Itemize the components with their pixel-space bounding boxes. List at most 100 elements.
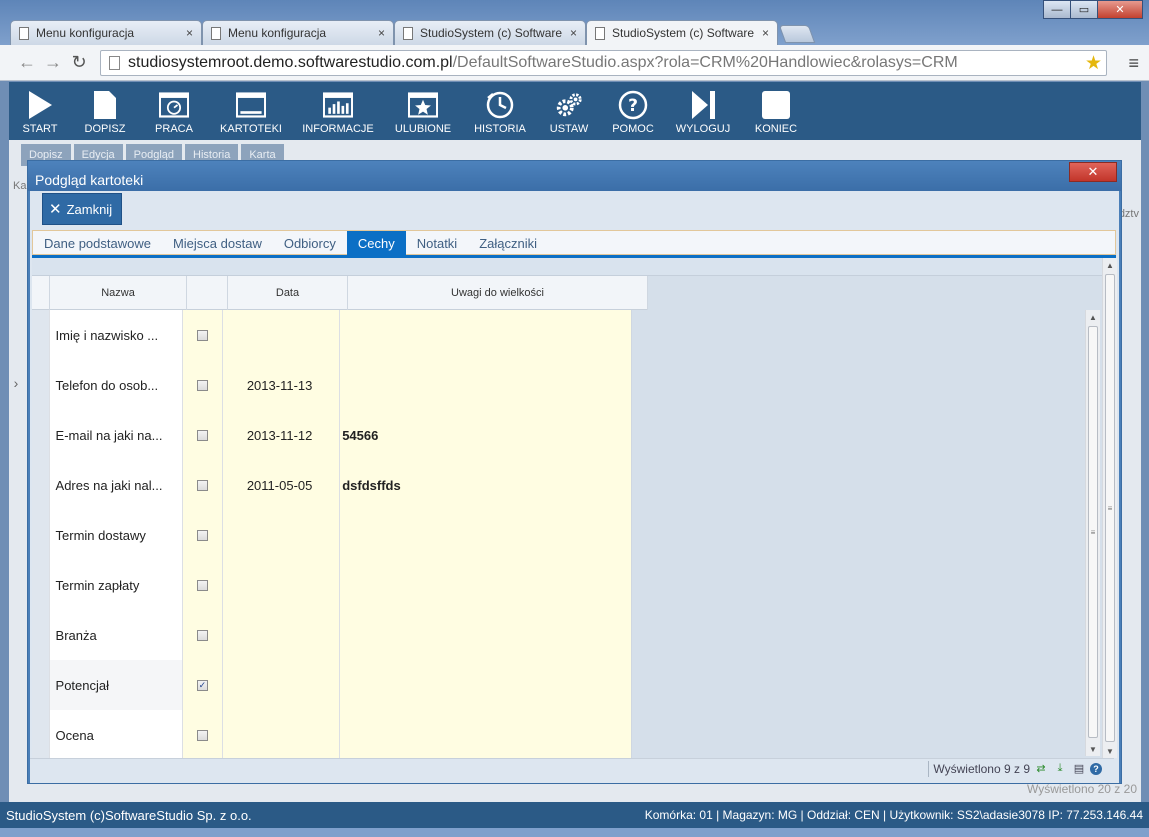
browser-tab[interactable]: StudioSystem (c) Software × xyxy=(394,20,586,45)
table-row[interactable]: Ocena xyxy=(32,710,632,760)
status-left: StudioSystem (c)SoftwareStudio Sp. z o.o… xyxy=(6,807,252,823)
cell-data xyxy=(222,660,341,710)
print-icon[interactable]: ▤ xyxy=(1071,761,1087,777)
page-icon xyxy=(211,26,221,40)
row-selector[interactable] xyxy=(32,460,50,510)
table-row[interactable]: Termin dostawy xyxy=(32,510,632,560)
nav-koniec[interactable]: KONIEC xyxy=(741,82,811,140)
help-icon[interactable]: ? xyxy=(1090,762,1102,775)
outer-vertical-scrollbar[interactable]: ▲ ≡ ▼ xyxy=(1102,258,1117,758)
tab-close-icon[interactable]: × xyxy=(186,26,193,40)
row-checkbox[interactable] xyxy=(196,479,208,491)
export-icon[interactable]: ⤓ xyxy=(1052,761,1068,777)
nav-kartoteki[interactable]: KARTOTEKI xyxy=(209,82,293,140)
row-selector[interactable] xyxy=(32,560,50,610)
scroll-up-arrow-icon[interactable]: ▲ xyxy=(1103,258,1117,272)
chevron-right-icon[interactable]: › xyxy=(9,358,23,408)
header-data[interactable]: Data xyxy=(228,276,348,310)
maximize-button[interactable]: ▭ xyxy=(1070,0,1098,19)
tab-miejsca-dostaw[interactable]: Miejsca dostaw xyxy=(162,231,273,255)
nav-historia[interactable]: HISTORIA xyxy=(463,82,537,140)
row-checkbox[interactable] xyxy=(196,579,208,591)
cell-nazwa: Telefon do osob... xyxy=(49,360,183,410)
browser-tab[interactable]: Menu konfiguracja × xyxy=(10,20,202,45)
dialog-close-button[interactable]: ✕ xyxy=(1069,162,1117,182)
header-nazwa[interactable]: Nazwa xyxy=(50,276,187,310)
tab-close-icon[interactable]: × xyxy=(378,26,385,40)
table-row[interactable]: Adres na jaki nal... 2011-05-05 dsfdsffd… xyxy=(32,460,632,510)
row-checkbox[interactable] xyxy=(196,429,208,441)
dialog-title: Podgląd kartoteki xyxy=(28,161,1121,191)
row-selector[interactable] xyxy=(32,660,50,710)
tab-close-icon[interactable]: × xyxy=(762,26,769,40)
refresh-icon[interactable]: ⇄ xyxy=(1033,761,1049,777)
browser-toolbar: ← → ↻ studiosystemroot.demo.softwarestud… xyxy=(0,45,1149,81)
tab-odbiorcy[interactable]: Odbiorcy xyxy=(273,231,347,255)
row-checkbox-checked[interactable]: ✓ xyxy=(196,679,208,691)
close-button[interactable]: ✕ Zamknij xyxy=(42,193,122,225)
nav-label: START xyxy=(22,123,58,135)
row-selector[interactable] xyxy=(32,510,50,560)
new-tab-button[interactable] xyxy=(778,25,816,43)
tab-zalaczniki[interactable]: Załączniki xyxy=(468,231,548,255)
scrollbar-thumb[interactable]: ≡ xyxy=(1088,326,1098,738)
address-bar[interactable]: studiosystemroot.demo.softwarestudio.com… xyxy=(100,50,1107,76)
scroll-down-arrow-icon[interactable]: ▼ xyxy=(1086,742,1100,756)
nav-start[interactable]: START xyxy=(9,82,71,140)
browser-tab-active[interactable]: StudioSystem (c) Software × xyxy=(586,20,778,45)
table-row[interactable]: Potencjał ✓ xyxy=(32,660,632,710)
row-selector[interactable] xyxy=(32,710,50,760)
row-checkbox[interactable] xyxy=(196,379,208,391)
tab-close-icon[interactable]: × xyxy=(570,26,577,40)
tab-cechy[interactable]: Cechy xyxy=(346,231,406,255)
footer-separator xyxy=(928,760,930,777)
table-row[interactable]: Imię i nazwisko ... xyxy=(32,310,632,360)
tab-notatki[interactable]: Notatki xyxy=(406,231,468,255)
nav-dopisz[interactable]: DOPISZ xyxy=(71,82,139,140)
browser-tab-label: Menu konfiguracja xyxy=(228,26,327,40)
reload-icon[interactable]: ↻ xyxy=(66,52,92,73)
forward-icon[interactable]: → xyxy=(40,52,66,73)
nav-wyloguj[interactable]: WYLOGUJ xyxy=(665,82,741,140)
cell-uwagi xyxy=(340,660,632,710)
nav-label: ULUBIONE xyxy=(394,123,452,135)
table-row[interactable]: Telefon do osob... 2013-11-13 xyxy=(32,360,632,410)
minimize-button[interactable]: — xyxy=(1043,0,1071,19)
nav-praca[interactable]: PRACA xyxy=(139,82,209,140)
header-check[interactable] xyxy=(187,276,228,310)
grid-rows: Imię i nazwisko ... Telefon do osob... 2… xyxy=(32,310,632,760)
browser-menu-icon[interactable]: ≡ xyxy=(1128,53,1139,74)
row-checkbox[interactable] xyxy=(196,329,208,341)
grid-footer: Wyświetlono 9 z 9 ⇄ ⤓ ▤ ? xyxy=(30,758,1114,778)
window-close-button[interactable]: ✕ xyxy=(1097,0,1143,19)
inner-vertical-scrollbar[interactable]: ▲ ≡ ▼ xyxy=(1085,310,1100,756)
row-checkbox[interactable] xyxy=(196,629,208,641)
cell-nazwa: Ocena xyxy=(49,710,183,760)
row-checkbox[interactable] xyxy=(196,529,208,541)
bookmark-star-icon[interactable]: ★ xyxy=(1085,52,1102,75)
page-icon xyxy=(595,26,605,40)
nav-pomoc[interactable]: ? POMOC xyxy=(601,82,665,140)
header-uwagi[interactable]: Uwagi do wielkości xyxy=(348,276,648,310)
row-selector[interactable] xyxy=(32,410,50,460)
table-row[interactable]: Branża xyxy=(32,610,632,660)
row-selector[interactable] xyxy=(32,610,50,660)
row-selector[interactable] xyxy=(32,360,50,410)
row-checkbox[interactable] xyxy=(196,729,208,741)
cell-check xyxy=(182,460,223,510)
tab-dane-podstawowe[interactable]: Dane podstawowe xyxy=(33,231,162,255)
back-icon[interactable]: ← xyxy=(14,52,40,73)
scroll-up-arrow-icon[interactable]: ▲ xyxy=(1086,310,1100,324)
app-status-bar: StudioSystem (c)SoftwareStudio Sp. z o.o… xyxy=(0,802,1149,828)
nav-ulubione[interactable]: ULUBIONE xyxy=(383,82,463,140)
grid-top-strip xyxy=(32,258,1104,276)
cell-check xyxy=(182,710,223,760)
nav-informacje[interactable]: INFORMACJE xyxy=(293,82,383,140)
table-row[interactable]: E-mail na jaki na... 2013-11-12 54566 xyxy=(32,410,632,460)
browser-tab[interactable]: Menu konfiguracja × xyxy=(202,20,394,45)
table-row[interactable]: Termin zapłaty xyxy=(32,560,632,610)
row-selector[interactable] xyxy=(32,310,50,360)
scrollbar-thumb[interactable]: ≡ xyxy=(1105,274,1115,742)
scroll-down-arrow-icon[interactable]: ▼ xyxy=(1103,744,1117,758)
nav-ustaw[interactable]: USTAW xyxy=(537,82,601,140)
